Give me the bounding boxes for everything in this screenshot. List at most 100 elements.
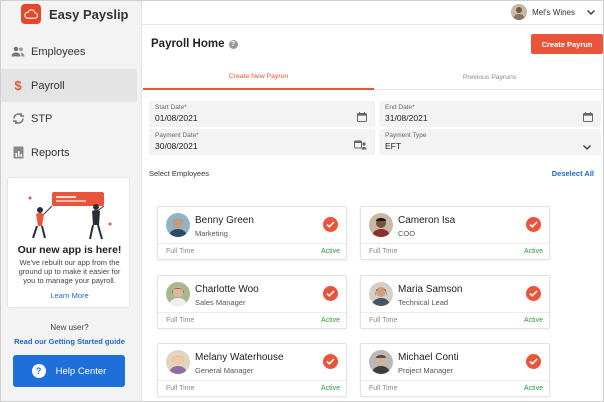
- employee-name: Charlotte Woo: [195, 284, 259, 295]
- app-name: Easy Payslip: [49, 6, 129, 22]
- sidebar-item-label: STP: [31, 112, 53, 125]
- payment-date-field[interactable]: Payment Date* 30/08/2021: [149, 129, 375, 155]
- status-badge: Active: [523, 317, 543, 324]
- employee-card-footer: Full Time Active: [158, 380, 346, 397]
- help-icon[interactable]: ?: [228, 39, 238, 49]
- calendar-people-icon[interactable]: [354, 137, 367, 150]
- avatar: [166, 213, 190, 237]
- selected-check-icon[interactable]: [526, 217, 541, 232]
- sidebar-item-label: Payroll: [31, 79, 65, 92]
- employee-card[interactable]: Melany Waterhouse General Manager Full Tim…: [157, 343, 347, 397]
- payment-type-select[interactable]: Payment Type EFT: [379, 129, 601, 155]
- promo-card: Our new app is here! We've rebuilt our a…: [7, 177, 130, 308]
- selected-check-icon[interactable]: [323, 286, 338, 301]
- sidebar-item-stp[interactable]: STP: [1, 102, 137, 135]
- account-name: Mel's Wines: [532, 7, 575, 17]
- payment-type-label: Payment Type: [385, 132, 427, 139]
- employment-type: Full Time: [369, 248, 398, 255]
- employee-role: Marketing: [195, 229, 228, 238]
- sidebar-item-label: Employees: [31, 45, 86, 58]
- status-badge: Active: [523, 385, 543, 392]
- employment-type: Full Time: [369, 385, 398, 392]
- learn-more-link[interactable]: Learn More: [8, 291, 131, 300]
- avatar: [369, 282, 393, 306]
- sync-icon: [11, 112, 25, 126]
- start-date-field[interactable]: Start Date* 01/08/2021: [149, 101, 375, 127]
- end-date-label: End Date*: [385, 104, 415, 111]
- deselect-all-link[interactable]: Deselect All: [552, 169, 594, 178]
- start-date-value: 01/08/2021: [155, 113, 198, 123]
- employment-type: Full Time: [369, 317, 398, 324]
- calendar-icon[interactable]: [583, 109, 593, 122]
- sidebar-item-employees[interactable]: Employees: [1, 35, 137, 68]
- calendar-icon[interactable]: [357, 109, 367, 122]
- status-badge: Active: [320, 317, 340, 324]
- report-icon: [11, 146, 25, 160]
- employee-role: COO: [398, 229, 416, 238]
- employee-card-footer: Full Time Active: [361, 243, 549, 260]
- promo-title: Our new app is here!: [17, 244, 122, 256]
- end-date-field[interactable]: End Date* 31/08/2021: [379, 101, 601, 127]
- employment-type: Full Time: [166, 317, 195, 324]
- promo-illustration: [28, 192, 112, 240]
- sidebar: Easy Payslip Employees $ Payroll STP Rep…: [1, 1, 142, 401]
- tab-previous-payruns[interactable]: Previous Payruns: [374, 65, 603, 90]
- people-icon: [11, 45, 25, 59]
- employee-card-footer: Full Time Active: [158, 312, 346, 329]
- employee-card[interactable]: Michael Conti Project Manager Full Time Act…: [360, 343, 550, 397]
- top-bar: Mel's Wines: [142, 1, 603, 25]
- tab-create-new-payrun[interactable]: Create New Payrun: [143, 65, 374, 90]
- employee-card[interactable]: Benny Green Marketing Full Time Active: [157, 206, 347, 260]
- status-badge: Active: [523, 248, 543, 255]
- dollar-icon: $: [14, 78, 22, 93]
- employee-role: Project Manager: [398, 366, 454, 375]
- selected-check-icon[interactable]: [526, 286, 541, 301]
- page-title: Payroll Home ?: [151, 38, 238, 50]
- avatar: [369, 350, 393, 374]
- payment-type-value: EFT: [385, 141, 402, 151]
- status-badge: Active: [320, 385, 340, 392]
- avatar: [166, 350, 190, 374]
- selected-check-icon[interactable]: [323, 217, 338, 232]
- page-title-text: Payroll Home: [151, 38, 225, 50]
- employee-card-footer: Full Time Active: [361, 380, 549, 397]
- employee-name: Maria Samson: [398, 284, 463, 295]
- selected-check-icon[interactable]: [323, 354, 338, 369]
- employee-card[interactable]: Maria Samson Technical Lead Full Time Activ…: [360, 275, 550, 329]
- employee-name: Melany Waterhouse: [195, 352, 284, 363]
- cloud-logo-icon: [21, 4, 41, 24]
- sidebar-item-payroll[interactable]: $ Payroll: [1, 69, 137, 102]
- employee-card[interactable]: Cameron Isa COO Full Time Active: [360, 206, 550, 260]
- employment-type: Full Time: [166, 385, 195, 392]
- brand[interactable]: Easy Payslip: [1, 1, 142, 27]
- employee-role: Sales Manager: [195, 298, 246, 307]
- employee-name: Benny Green: [195, 215, 254, 226]
- employee-name: Cameron Isa: [398, 215, 456, 226]
- employee-role: Technical Lead: [398, 298, 449, 307]
- employment-type: Full Time: [166, 248, 195, 255]
- selected-check-icon[interactable]: [526, 354, 541, 369]
- avatar: [166, 282, 190, 306]
- chevron-down-icon: [587, 7, 595, 17]
- sidebar-item-label: Reports: [31, 146, 70, 159]
- start-date-label: Start Date*: [155, 104, 187, 111]
- help-center-button[interactable]: ? Help Center: [13, 355, 125, 387]
- payment-date-label: Payment Date*: [155, 132, 199, 139]
- employee-card[interactable]: Charlotte Woo Sales Manager Full Time Activ…: [157, 275, 347, 329]
- employee-card-footer: Full Time Active: [361, 312, 549, 329]
- create-payrun-button[interactable]: Create Payrun: [531, 34, 603, 54]
- new-user-text: New user?: [50, 323, 89, 332]
- account-switcher[interactable]: Mel's Wines: [511, 4, 595, 20]
- getting-started-link[interactable]: Read our Getting Started guide: [1, 337, 138, 346]
- account-avatar: [511, 4, 528, 20]
- select-employees-label: Select Employees: [149, 169, 210, 178]
- promo-text: We've rebuilt our app from the ground up…: [18, 258, 121, 285]
- tab-bar: Create New Payrun Previous Payruns: [143, 65, 603, 90]
- employee-role: General Manager: [195, 366, 254, 375]
- app-window: Easy Payslip Employees $ Payroll STP Rep…: [0, 0, 604, 402]
- end-date-value: 31/08/2021: [385, 113, 428, 123]
- employee-card-footer: Full Time Active: [158, 243, 346, 260]
- status-badge: Active: [320, 248, 340, 255]
- question-icon: ?: [31, 364, 46, 378]
- sidebar-item-reports[interactable]: Reports: [1, 136, 137, 169]
